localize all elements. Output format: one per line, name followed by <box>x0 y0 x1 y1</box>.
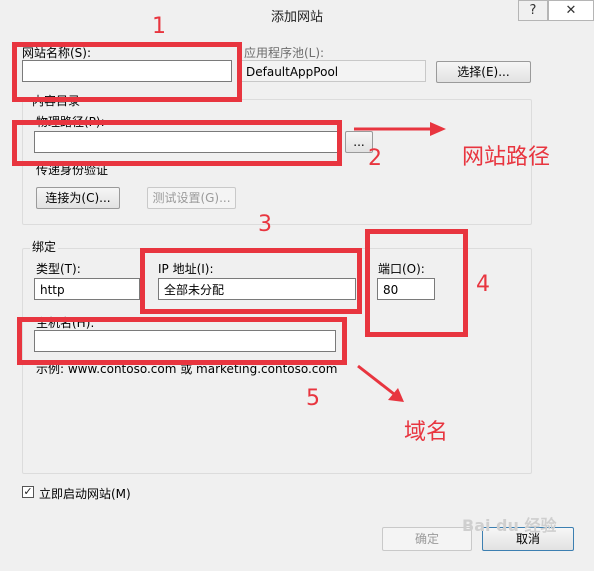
arrow-to-domain <box>357 364 404 402</box>
annotation-number-2: 2 <box>368 146 382 171</box>
annotation-number-1: 1 <box>152 14 166 39</box>
annotation-site-path-text: 网站路径 <box>462 145 551 170</box>
arrow-to-site-path <box>354 122 446 136</box>
annotation-domain-text: 域名 <box>404 420 449 445</box>
annotation-number-3: 3 <box>258 212 272 237</box>
annotation-arrows <box>354 122 446 402</box>
annotation-number-4: 4 <box>476 272 490 297</box>
annotation-number-5: 5 <box>306 386 320 411</box>
